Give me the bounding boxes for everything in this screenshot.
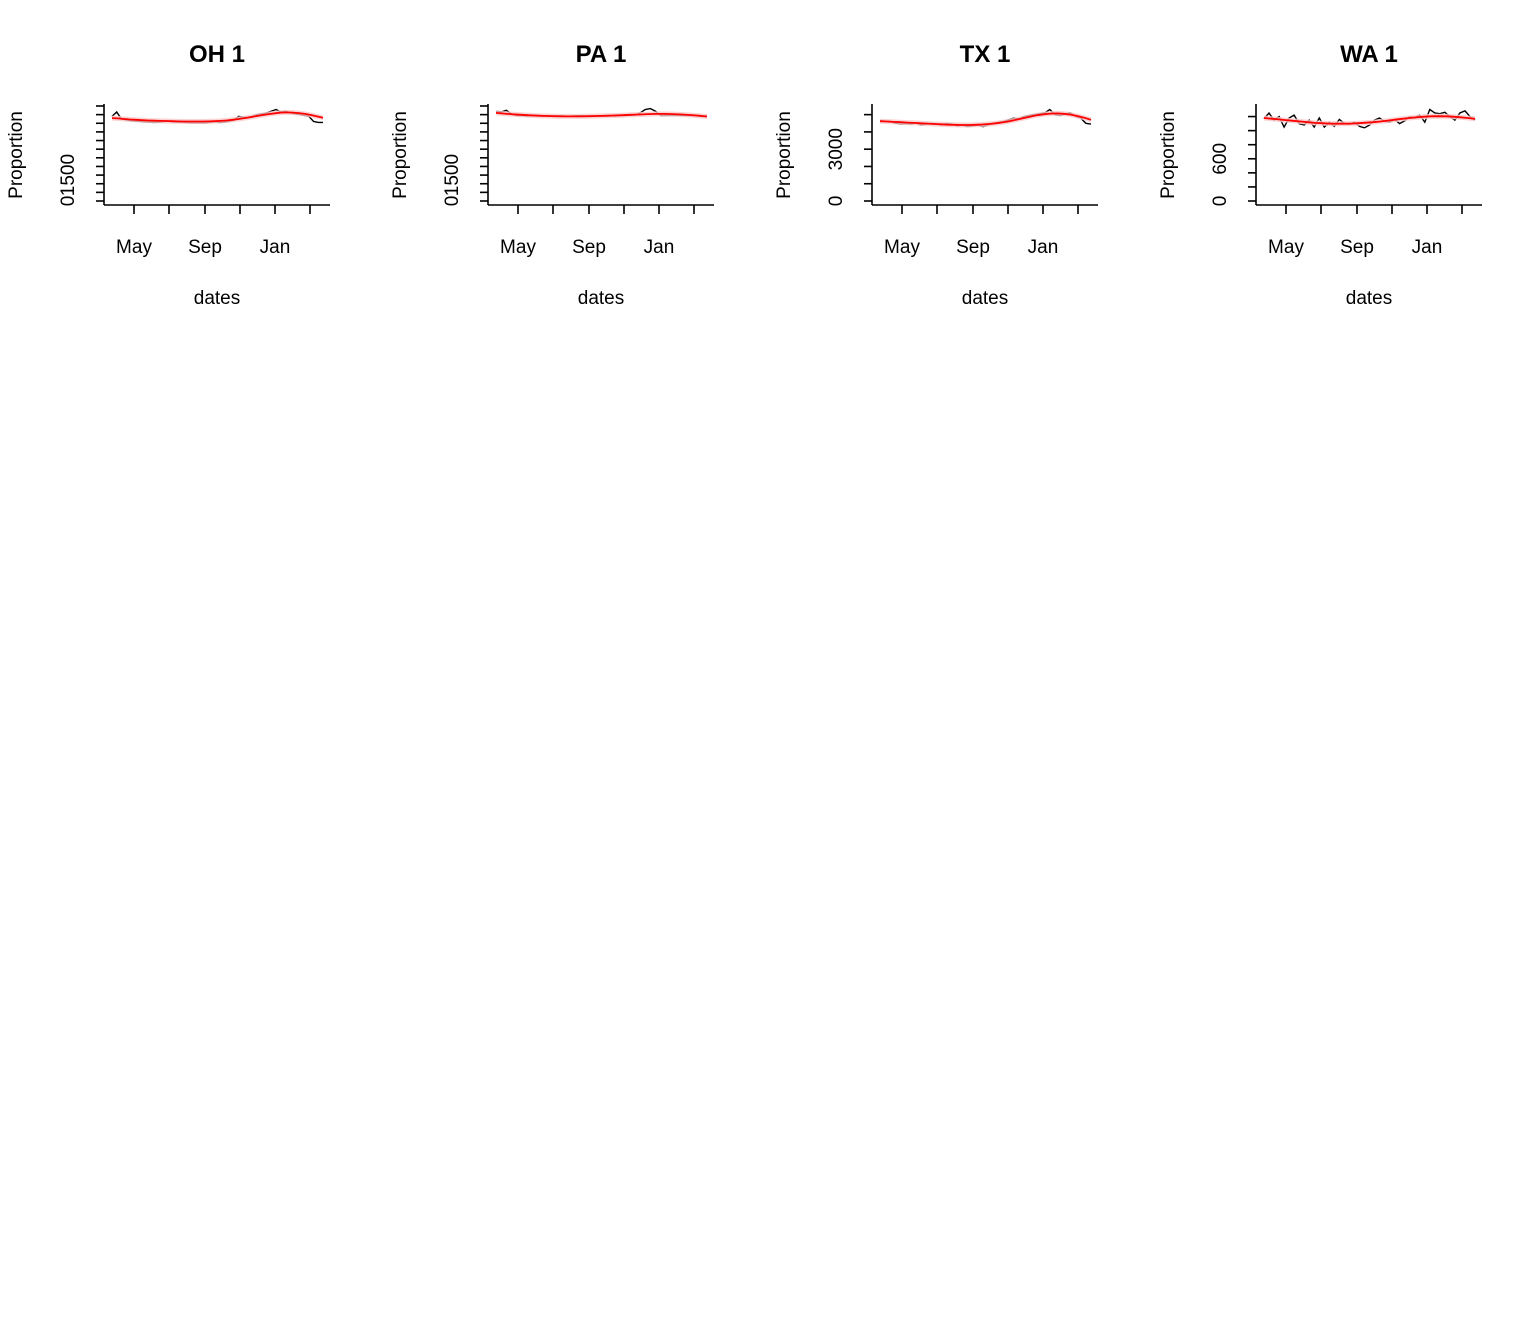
x-tick-label: Sep (572, 237, 606, 258)
y-tick-label: 0 (58, 196, 79, 207)
chart-figure: OH 101500ProportionMay Sep JandatesPA 1015… (6, 41, 1482, 309)
x-axis-label: dates (1346, 288, 1392, 309)
panel-oh-1: OH 1 01500 Proportion May Sep Jan dates (6, 41, 330, 309)
x-axis-label: dates (194, 288, 240, 309)
x-tick-label: May (884, 237, 920, 258)
y-tick-label: 600 (1210, 143, 1231, 175)
x-tick-label: Sep (1340, 237, 1374, 258)
panel-pa-1: PA 1 01500 Proportion May Sep Jan dates (390, 41, 714, 309)
x-tick-label: Jan (1412, 237, 1443, 258)
y-axis-label: Proportion (1158, 111, 1179, 199)
x-tick-label: Jan (1028, 237, 1059, 258)
x-tick-label: Sep (956, 237, 990, 258)
y-axis-label: Proportion (6, 111, 27, 199)
x-tick-label: May (116, 237, 152, 258)
x-tick-label: Jan (260, 237, 291, 258)
y-tick-label: 0 (1210, 196, 1231, 207)
x-axis-label: dates (962, 288, 1008, 309)
panel-title: OH 1 (189, 41, 245, 68)
panel-tx-1: TX 1 0 3000 Proportion May Sep Jan dates (774, 41, 1098, 309)
y-tick-label: 3000 (826, 128, 847, 170)
y-axis-label: Proportion (390, 111, 411, 199)
x-tick-label: Sep (188, 237, 222, 258)
panel-wa-1: WA 1 0 600 Proportion May Sep Jan dates (1158, 41, 1482, 309)
x-axis-label: dates (578, 288, 624, 309)
x-tick-label: May (500, 237, 536, 258)
y-tick-label: 1500 (58, 154, 79, 196)
y-tick-label: 1500 (442, 154, 463, 196)
panel-title: TX 1 (960, 41, 1011, 68)
y-axis-label: Proportion (774, 111, 795, 199)
y-tick-label: 0 (826, 196, 847, 207)
y-tick-label: 0 (442, 196, 463, 207)
x-tick-label: Jan (644, 237, 675, 258)
x-tick-label: May (1268, 237, 1304, 258)
panel-title: WA 1 (1340, 41, 1398, 68)
panel-title: PA 1 (576, 41, 627, 68)
